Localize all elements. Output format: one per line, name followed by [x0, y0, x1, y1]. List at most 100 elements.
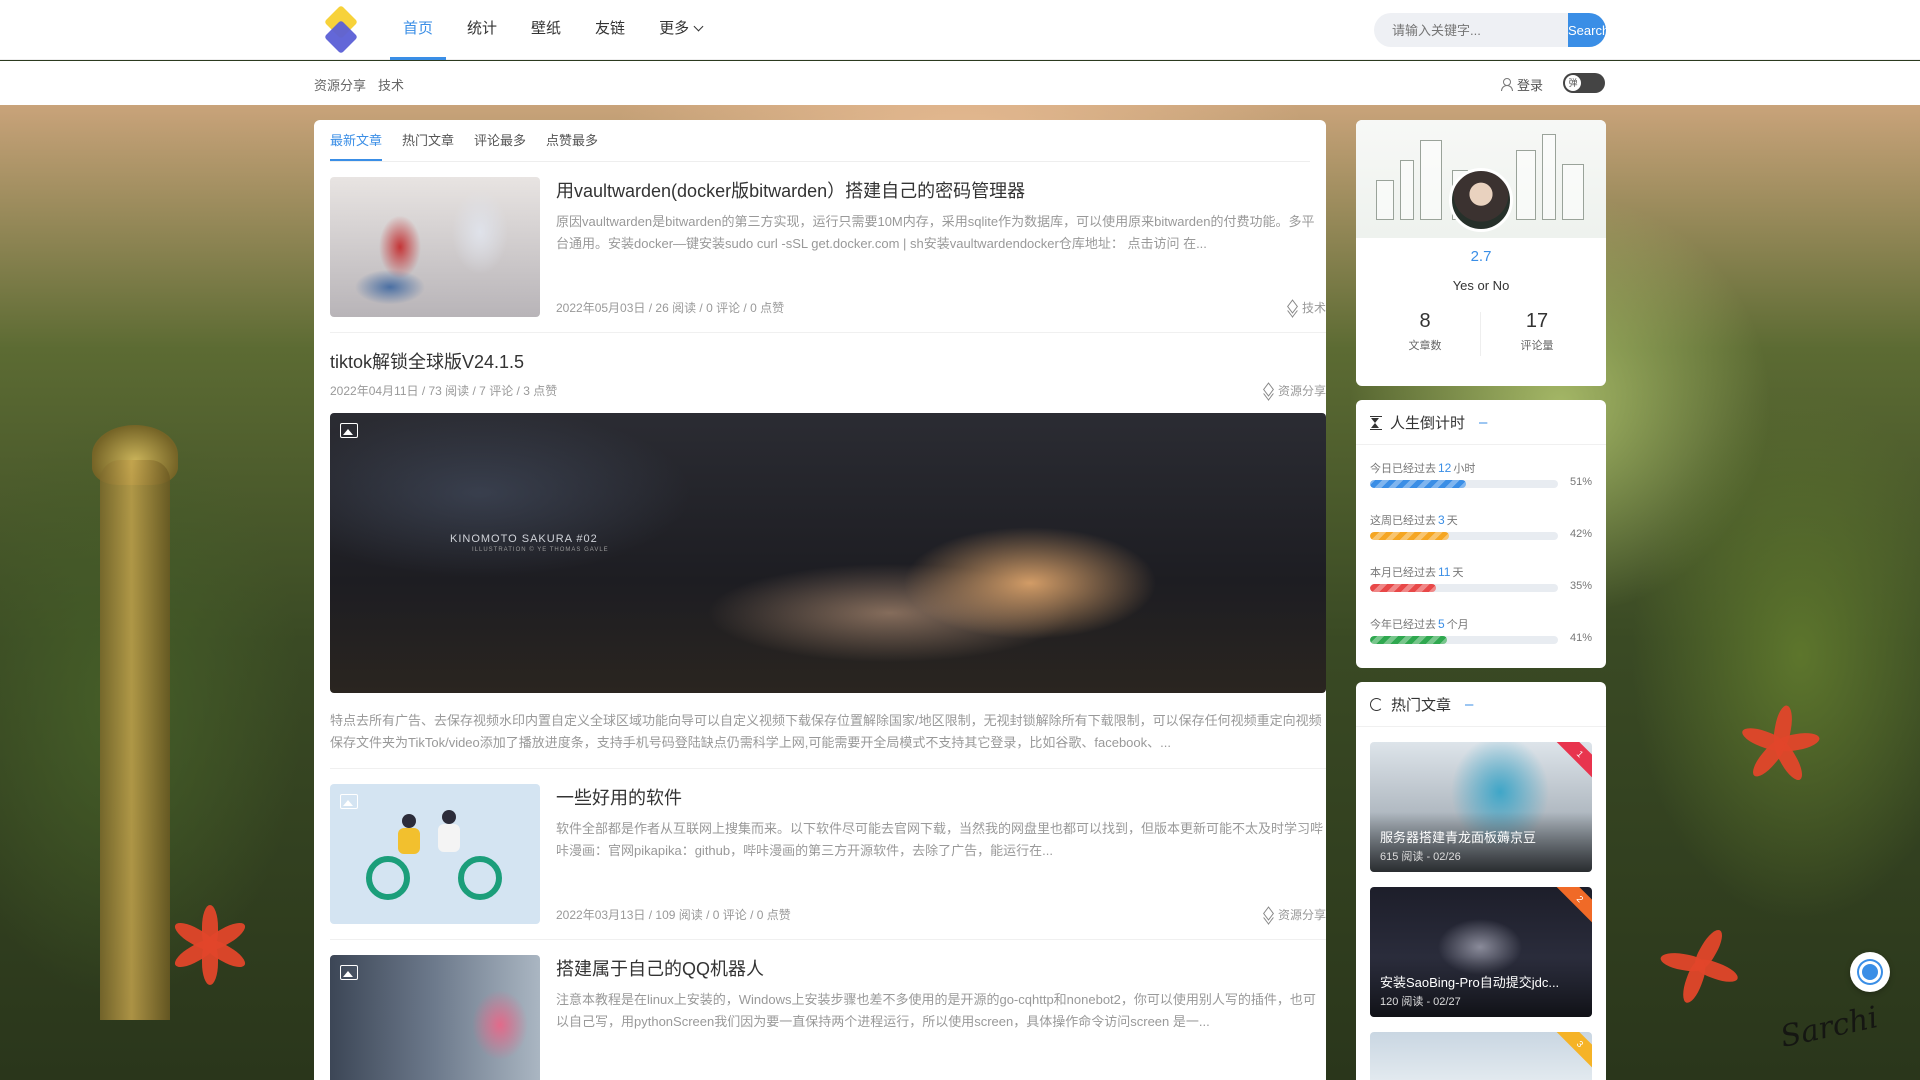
divider: [330, 939, 1326, 940]
barrage-toggle[interactable]: 弹: [1563, 73, 1605, 93]
countdown-item: 这周已经过去 3 天 42%: [1370, 512, 1592, 540]
category-link-resources[interactable]: 资源分享: [314, 75, 366, 94]
article-thumbnail[interactable]: [330, 955, 540, 1080]
tab-most-likes[interactable]: 点赞最多: [546, 130, 598, 161]
nav-item-wallpaper[interactable]: 壁纸: [518, 0, 574, 60]
countdown-label: 本月已经过去 11 天: [1370, 565, 1464, 579]
progress-bar: [1370, 584, 1558, 592]
article-thumbnail[interactable]: [330, 784, 540, 924]
countdown-label: 今年已经过去 5 个月: [1370, 617, 1469, 631]
tab-latest[interactable]: 最新文章: [330, 130, 383, 161]
profile-motto: Yes or No: [1452, 278, 1510, 293]
article-title[interactable]: 搭建属于自己的QQ机器人: [556, 955, 764, 981]
nav-item-stats[interactable]: 统计: [454, 0, 510, 60]
article-thumbnail[interactable]: [330, 177, 540, 317]
article-title[interactable]: tiktok解锁全球版V24.1.5: [330, 348, 524, 374]
card-title-text: 人生倒计时: [1390, 415, 1466, 432]
profile-name: 2.7: [1470, 248, 1492, 265]
sub-navbar: 资源分享 技术 登录 弹: [0, 61, 1920, 105]
main-nav: 首页 统计 壁纸 友链 更多: [390, 0, 723, 60]
search-button[interactable]: Search: [1568, 13, 1606, 47]
image-icon: [340, 794, 358, 809]
hot-article-item[interactable]: 1 服务器搭建青龙面板薅京豆 615 阅读 - 02/26: [1370, 742, 1592, 872]
divider: [330, 768, 1326, 769]
nav-item-more[interactable]: 更多: [646, 0, 715, 60]
stat-articles: 8 文章数: [1370, 310, 1480, 353]
tab-most-comments[interactable]: 评论最多: [474, 130, 526, 161]
article-cover-image[interactable]: KINOMOTO SAKURA #02 ILLUSTRATION © YE TH…: [330, 413, 1326, 693]
category-link-tech[interactable]: 技术: [378, 75, 404, 94]
countdown-item: 今日已经过去 12 小时 51%: [1370, 460, 1592, 488]
stat-comments: 17 评论量: [1482, 310, 1592, 353]
article-category[interactable]: 技术: [1286, 299, 1326, 316]
user-icon: [1500, 78, 1513, 91]
article-excerpt: 注意本教程是在linux上安装的，Windows上安装步骤也差不多使用的是开源的…: [556, 992, 1316, 1029]
progress-fill: [1370, 584, 1436, 592]
progress-percent: 35%: [1569, 580, 1592, 592]
article-meta: 2022年03月13日 / 109 阅读 / 0 评论 / 0 点赞: [556, 908, 791, 922]
nav-label: 壁纸: [531, 20, 562, 37]
article-title[interactable]: 用vaultwarden(docker版bitwarden）搭建自己的密码管理器: [556, 177, 1025, 203]
site-logo[interactable]: [322, 5, 360, 54]
login-link[interactable]: 登录: [1500, 75, 1543, 94]
divider: [330, 161, 1310, 162]
article-item: 一些好用的软件 软件全部都是作者从互联网上搜集而来。以下软件尽可能去官网下载，当…: [330, 784, 1326, 926]
refresh-icon: [1370, 698, 1383, 711]
tab-hot[interactable]: 热门文章: [402, 130, 454, 161]
article-excerpt: 特点去所有广告、去保存视频水印内置自定义全球区域功能向导可以自定义视频下载保存位…: [330, 713, 1322, 750]
rank-ribbon: 2: [1553, 887, 1592, 926]
theme-toggle-button[interactable]: [1850, 952, 1890, 992]
stat-label: 文章数: [1408, 340, 1442, 352]
article-title[interactable]: 一些好用的软件: [556, 784, 682, 810]
progress-bar: [1370, 480, 1558, 488]
category-label: 技术: [1301, 301, 1326, 315]
rank-ribbon: 1: [1553, 742, 1592, 781]
progress-bar: [1370, 532, 1558, 540]
nav-item-links[interactable]: 友链: [582, 0, 638, 60]
progress-percent: 42%: [1569, 528, 1592, 540]
login-label: 登录: [1517, 78, 1544, 93]
article-category[interactable]: 资源分享: [1262, 906, 1326, 923]
nav-label: 友链: [595, 20, 626, 37]
image-caption-title: KINOMOTO SAKURA #02: [450, 533, 598, 545]
category-links: 资源分享 技术: [314, 75, 404, 94]
image-caption: KINOMOTO SAKURA #02 ILLUSTRATION © YE TH…: [450, 533, 609, 553]
article-meta: 2022年05月03日 / 26 阅读 / 0 评论 / 0 点赞: [556, 301, 785, 315]
search-input[interactable]: [1374, 13, 1568, 47]
hot-article-item[interactable]: 3: [1370, 1032, 1592, 1080]
stat-label: 评论量: [1520, 340, 1554, 352]
divider: [330, 332, 1326, 333]
avatar[interactable]: [1449, 168, 1513, 232]
nav-label: 统计: [467, 20, 498, 37]
progress-percent: 51%: [1569, 476, 1592, 488]
hot-article-item[interactable]: 2 安装SaoBing-Pro自动提交jdc... 120 阅读 - 02/27: [1370, 887, 1592, 1017]
layers-icon: [1262, 910, 1274, 920]
hot-articles-card: 热门文章 – 1 服务器搭建青龙面板薅京豆 615 阅读 - 02/26 2 安…: [1356, 682, 1606, 1080]
hot-article-title: 服务器搭建青龙面板薅京豆: [1380, 830, 1537, 845]
article-category[interactable]: 资源分享: [1262, 382, 1326, 399]
article-meta: 2022年04月11日 / 73 阅读 / 7 评论 / 3 点赞: [330, 384, 558, 398]
article-item: 搭建属于自己的QQ机器人 注意本教程是在linux上安装的，Windows上安装…: [330, 955, 1326, 1080]
article-excerpt: 软件全部都是作者从互联网上搜集而来。以下软件尽可能去官网下载，当然我的网盘里也都…: [556, 821, 1324, 858]
card-title-text: 热门文章: [1391, 697, 1452, 714]
collapse-icon[interactable]: –: [1465, 696, 1473, 713]
sun-icon: [1862, 964, 1878, 980]
toggle-knob: 弹: [1565, 75, 1581, 91]
stat-value: 17: [1525, 310, 1549, 332]
rank-ribbon: 3: [1553, 1032, 1592, 1071]
stat-value: 8: [1419, 310, 1431, 332]
progress-fill: [1370, 480, 1466, 488]
card-title: 人生倒计时 –: [1370, 412, 1487, 433]
nav-item-home[interactable]: 首页: [390, 0, 447, 60]
image-caption-credit: ILLUSTRATION © YE THOMAS GAVLE: [472, 547, 609, 553]
hot-article-meta: 615 阅读 - 02/26: [1380, 851, 1461, 863]
article-tabs: 最新文章 热门文章 评论最多 点赞最多: [330, 130, 598, 161]
progress-fill: [1370, 636, 1448, 644]
layers-icon: [1286, 303, 1298, 313]
collapse-icon[interactable]: –: [1479, 414, 1487, 431]
search-box: Search: [1374, 13, 1606, 47]
progress-percent: 41%: [1569, 632, 1592, 644]
countdown-label: 这周已经过去 3 天: [1370, 513, 1458, 527]
category-label: 资源分享: [1277, 908, 1326, 922]
article-excerpt: 原因vaultwarden是bitwarden的第三方实现，运行只需要10M内存…: [556, 214, 1315, 251]
